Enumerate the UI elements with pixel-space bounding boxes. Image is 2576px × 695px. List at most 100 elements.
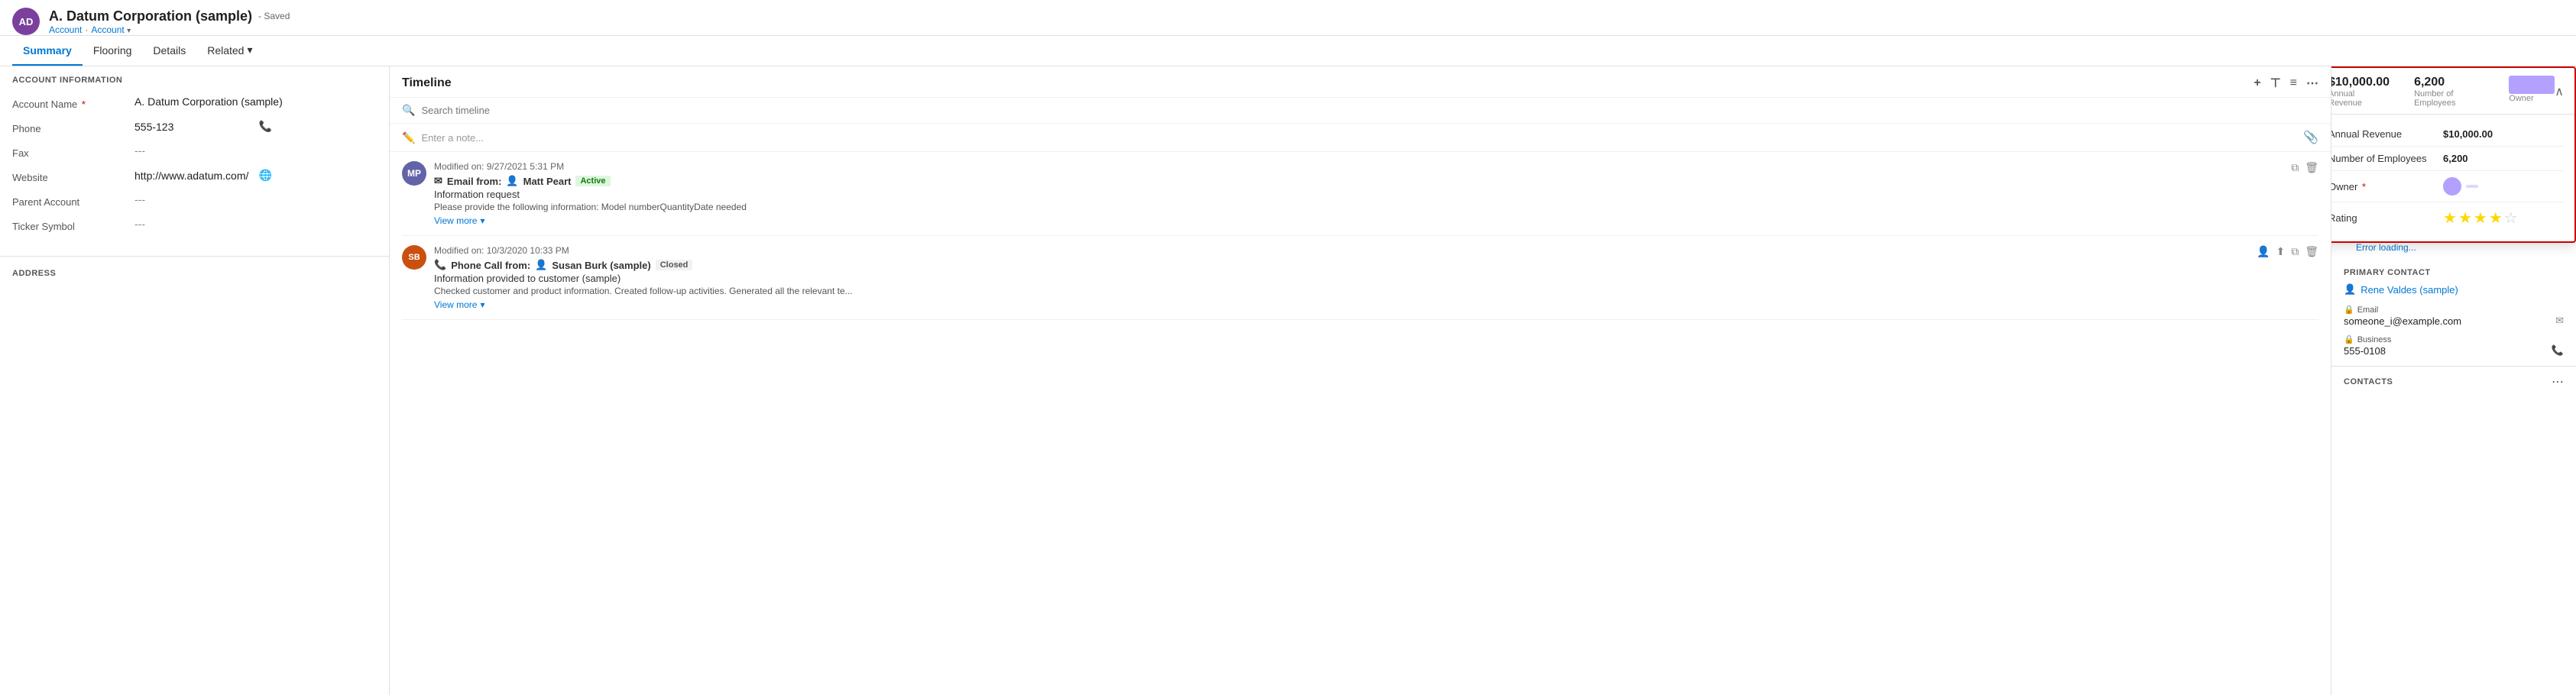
copy-icon-1[interactable]: ⧉ xyxy=(2291,161,2299,174)
popup-header-owner-avatar xyxy=(2509,76,2555,94)
chevron-down-icon-2: ▾ xyxy=(480,299,484,310)
phone-action-icon[interactable]: 📞 xyxy=(2552,344,2564,357)
field-value-ticker: --- xyxy=(134,218,377,230)
left-panel: ACCOUNT INFORMATION Account Name * A. Da… xyxy=(0,66,390,695)
chevron-down-icon-1: ▾ xyxy=(480,215,484,226)
view-more-1[interactable]: View more ▾ xyxy=(434,215,2283,226)
contact-email-section: 🔒 Email someone_i@example.com ✉ xyxy=(2344,305,2564,327)
star-5: ☆ xyxy=(2504,208,2518,228)
timeline-item-body-2: Modified on: 10/3/2020 10:33 PM 📞 Phone … xyxy=(434,245,2249,310)
globe-icon[interactable]: 🌐 xyxy=(259,169,377,182)
copy-icon-2[interactable]: ⧉ xyxy=(2291,245,2299,258)
view-more-2[interactable]: View more ▾ xyxy=(434,299,2249,310)
breadcrumb-account2[interactable]: Account ▾ xyxy=(91,24,131,35)
popup-overlay: $10,000.00 Annual Revenue 6,200 Number o… xyxy=(2331,66,2576,243)
timeline-item-actions-2: 👤 ⬆ ⧉ 🗑 xyxy=(2257,245,2318,258)
field-value-phone: 555-123 📞 xyxy=(134,120,377,133)
record-title-area: A. Datum Corporation (sample) - Saved Ac… xyxy=(49,8,2564,35)
assign-icon-2[interactable]: 👤 xyxy=(2257,245,2270,258)
timeline-subject-2: Information provided to customer (sample… xyxy=(434,273,2249,284)
popup-header: $10,000.00 Annual Revenue 6,200 Number o… xyxy=(2331,68,2574,115)
field-value-account-name: A. Datum Corporation (sample) xyxy=(134,95,377,108)
breadcrumb-account[interactable]: Account xyxy=(49,24,82,35)
list-item: SB Modified on: 10/3/2020 10:33 PM 📞 Pho… xyxy=(402,236,2318,320)
business-row: 555-0108 📞 xyxy=(2344,344,2564,357)
timeline-detail-2: Checked customer and product information… xyxy=(434,286,2249,296)
primary-contact-section: Primary Contact 👤 Rene Valdes (sample) 🔒… xyxy=(2331,259,2576,366)
record-name-text: A. Datum Corporation (sample) xyxy=(49,8,252,24)
timeline-actions: + ⊤ ≡ ⋯ xyxy=(2254,76,2318,91)
field-label-account-name: Account Name * xyxy=(12,95,134,110)
timeline-header: Timeline + ⊤ ≡ ⋯ xyxy=(390,66,2331,98)
list-item: MP Modified on: 9/27/2021 5:31 PM ✉ Emai… xyxy=(402,152,2318,236)
timeline-item-header-2: SB Modified on: 10/3/2020 10:33 PM 📞 Pho… xyxy=(402,245,2318,310)
field-row-ticker: Ticker Symbol --- xyxy=(12,213,377,238)
field-row-fax: Fax --- xyxy=(12,140,377,164)
record-name: A. Datum Corporation (sample) - Saved xyxy=(49,8,2564,24)
popup-rating-stars: ★ ★ ★ ★ ☆ xyxy=(2443,208,2518,228)
popup-label-revenue: Annual Revenue xyxy=(2331,128,2443,140)
saved-badge: - Saved xyxy=(258,11,290,21)
person-icon-1: 👤 xyxy=(506,175,518,187)
related-chevron-icon: ▾ xyxy=(247,44,252,57)
field-row-phone: Phone 555-123 📞 xyxy=(12,115,377,140)
owner-avatar xyxy=(2443,177,2461,196)
attach-icon[interactable]: 📎 xyxy=(2303,130,2318,145)
popup-header-employees: 6,200 Number of Employees xyxy=(2414,76,2484,108)
email-value: someone_i@example.com xyxy=(2344,315,2461,327)
clone-icon-2[interactable]: ⬆ xyxy=(2276,245,2285,258)
contacts-header: CONTACTS ⋯ xyxy=(2331,367,2576,396)
star-3: ★ xyxy=(2474,208,2487,228)
phone-icon[interactable]: 📞 xyxy=(259,120,377,133)
popup-label-rating: Rating xyxy=(2331,212,2443,224)
popup-value-revenue: $10,000.00 xyxy=(2443,128,2493,140)
contacts-more-icon[interactable]: ⋯ xyxy=(2552,374,2564,390)
popup-owner-value xyxy=(2443,177,2478,196)
popup-row-revenue: Annual Revenue $10,000.00 xyxy=(2331,122,2564,147)
popup-row-employees: Number of Employees 6,200 xyxy=(2331,147,2564,171)
field-value-parent-account: --- xyxy=(134,193,377,205)
phone-call-icon: 📞 xyxy=(434,259,446,271)
field-value-fax: --- xyxy=(134,144,377,157)
popup-value-employees: 6,200 xyxy=(2443,153,2468,164)
timeline-meta-1: Modified on: 9/27/2021 5:31 PM xyxy=(434,161,2283,172)
tab-summary[interactable]: Summary xyxy=(12,37,83,66)
star-4: ★ xyxy=(2489,208,2503,228)
delete-icon-2[interactable]: 🗑 xyxy=(2305,245,2318,258)
popup-header-revenue-label: Annual Revenue xyxy=(2331,89,2390,108)
record-subtitle: Account · Account ▾ xyxy=(49,24,2564,35)
note-placeholder[interactable]: Enter a note... xyxy=(421,132,2303,144)
tab-details[interactable]: Details xyxy=(142,37,196,66)
address-section-header: ADDRESS xyxy=(12,269,377,278)
field-row-account-name: Account Name * A. Datum Corporation (sam… xyxy=(12,91,377,115)
timeline-meta-2: Modified on: 10/3/2020 10:33 PM xyxy=(434,245,2249,256)
tab-flooring[interactable]: Flooring xyxy=(83,37,143,66)
delete-icon-1[interactable]: 🗑 xyxy=(2305,161,2318,174)
email-action-icon[interactable]: ✉ xyxy=(2555,315,2564,327)
status-badge-2: Closed xyxy=(656,260,693,270)
filter-timeline-icon[interactable]: ⊤ xyxy=(2270,76,2281,91)
list-timeline-icon[interactable]: ≡ xyxy=(2290,76,2297,90)
add-timeline-icon[interactable]: + xyxy=(2254,76,2260,90)
more-timeline-icon[interactable]: ⋯ xyxy=(2306,76,2318,91)
timeline-type-1: ✉ Email from: 👤 Matt Peart Active xyxy=(434,175,2283,187)
popup-header-owner-area: Owner xyxy=(2509,76,2555,108)
field-label-phone: Phone xyxy=(12,120,134,134)
tab-related[interactable]: Related ▾ xyxy=(196,36,263,66)
contact-link-icon: 👤 xyxy=(2344,283,2356,296)
popup-header-employees-label: Number of Employees xyxy=(2414,89,2484,108)
avatar-sb: SB xyxy=(402,245,426,270)
content-area: ACCOUNT INFORMATION Account Name * A. Da… xyxy=(0,66,2576,695)
avatar: AD xyxy=(12,8,40,35)
timeline-title: Timeline xyxy=(402,76,452,90)
timeline-search-input[interactable] xyxy=(421,105,2318,116)
person-icon-2: 👤 xyxy=(535,259,547,271)
popup-close-button[interactable]: ∧ xyxy=(2555,84,2564,99)
breadcrumb-chevron-icon: ▾ xyxy=(127,27,131,35)
status-badge-1: Active xyxy=(575,176,610,186)
lock-icon-business: 🔒 xyxy=(2344,335,2354,344)
timeline-search-bar: 🔍 xyxy=(390,98,2331,124)
tabs-bar: Summary Flooring Details Related ▾ xyxy=(0,36,2576,66)
pencil-icon: ✏️ xyxy=(402,131,415,144)
primary-contact-link[interactable]: 👤 Rene Valdes (sample) xyxy=(2344,283,2564,296)
